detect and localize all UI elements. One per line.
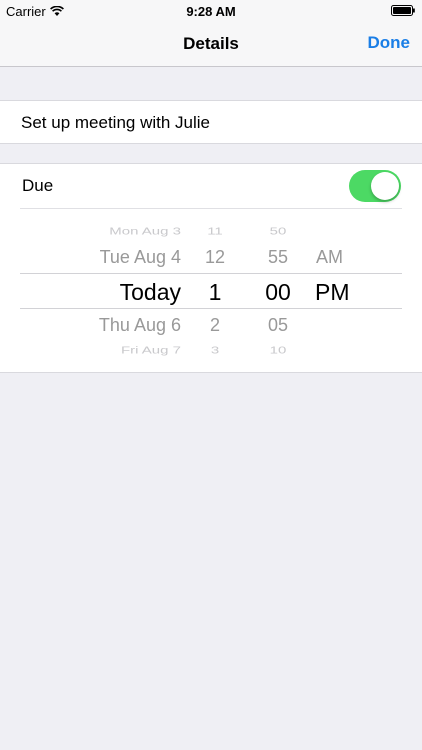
picker-date-option[interactable]: Thu Aug 6 bbox=[99, 315, 181, 336]
picker-minute-option[interactable]: 05 bbox=[263, 315, 293, 336]
picker-selection-top-line bbox=[20, 273, 402, 274]
picker-hour-option[interactable]: 11 bbox=[205, 226, 225, 237]
task-title-row[interactable]: Set up meeting with Julie bbox=[0, 100, 422, 144]
picker-date-option[interactable]: Tue Aug 4 bbox=[100, 247, 181, 268]
picker-minute-option[interactable]: 10 bbox=[263, 345, 293, 356]
picker-hour-option[interactable]: 3 bbox=[205, 345, 225, 356]
status-bar: Carrier 9:28 AM bbox=[0, 0, 422, 22]
picker-date-option[interactable]: Fri Aug 7 bbox=[121, 345, 181, 356]
picker-ampm-option[interactable]: AM bbox=[316, 247, 360, 268]
navigation-bar: Details Done bbox=[0, 22, 422, 67]
picker-ampm-selected[interactable]: PM bbox=[315, 279, 359, 306]
picker-minute-selected[interactable]: 00 bbox=[261, 279, 295, 306]
task-title-field[interactable]: Set up meeting with Julie bbox=[21, 113, 210, 133]
picker-date-option[interactable]: Mon Aug 3 bbox=[109, 226, 181, 237]
picker-selection-bottom-line bbox=[20, 308, 402, 309]
picker-hour-option[interactable]: 2 bbox=[205, 315, 225, 336]
picker-minute-option[interactable]: 55 bbox=[263, 247, 293, 268]
due-row: Due bbox=[0, 164, 422, 208]
due-section: Due Mon Aug 3 Tue Aug 4 Today Thu Aug 6 … bbox=[0, 163, 422, 373]
date-time-picker[interactable]: Mon Aug 3 Tue Aug 4 Today Thu Aug 6 Fri … bbox=[0, 209, 422, 372]
battery-icon bbox=[391, 5, 415, 16]
due-label: Due bbox=[22, 176, 54, 195]
page-title: Details bbox=[183, 34, 239, 53]
toggle-knob bbox=[371, 172, 399, 200]
picker-hour-selected[interactable]: 1 bbox=[203, 279, 227, 306]
due-toggle[interactable] bbox=[349, 170, 401, 202]
picker-minute-option[interactable]: 50 bbox=[263, 226, 293, 237]
picker-hour-option[interactable]: 12 bbox=[205, 247, 225, 268]
status-time: 9:28 AM bbox=[186, 4, 236, 19]
picker-date-selected[interactable]: Today bbox=[120, 279, 181, 306]
done-button[interactable]: Done bbox=[368, 33, 411, 53]
